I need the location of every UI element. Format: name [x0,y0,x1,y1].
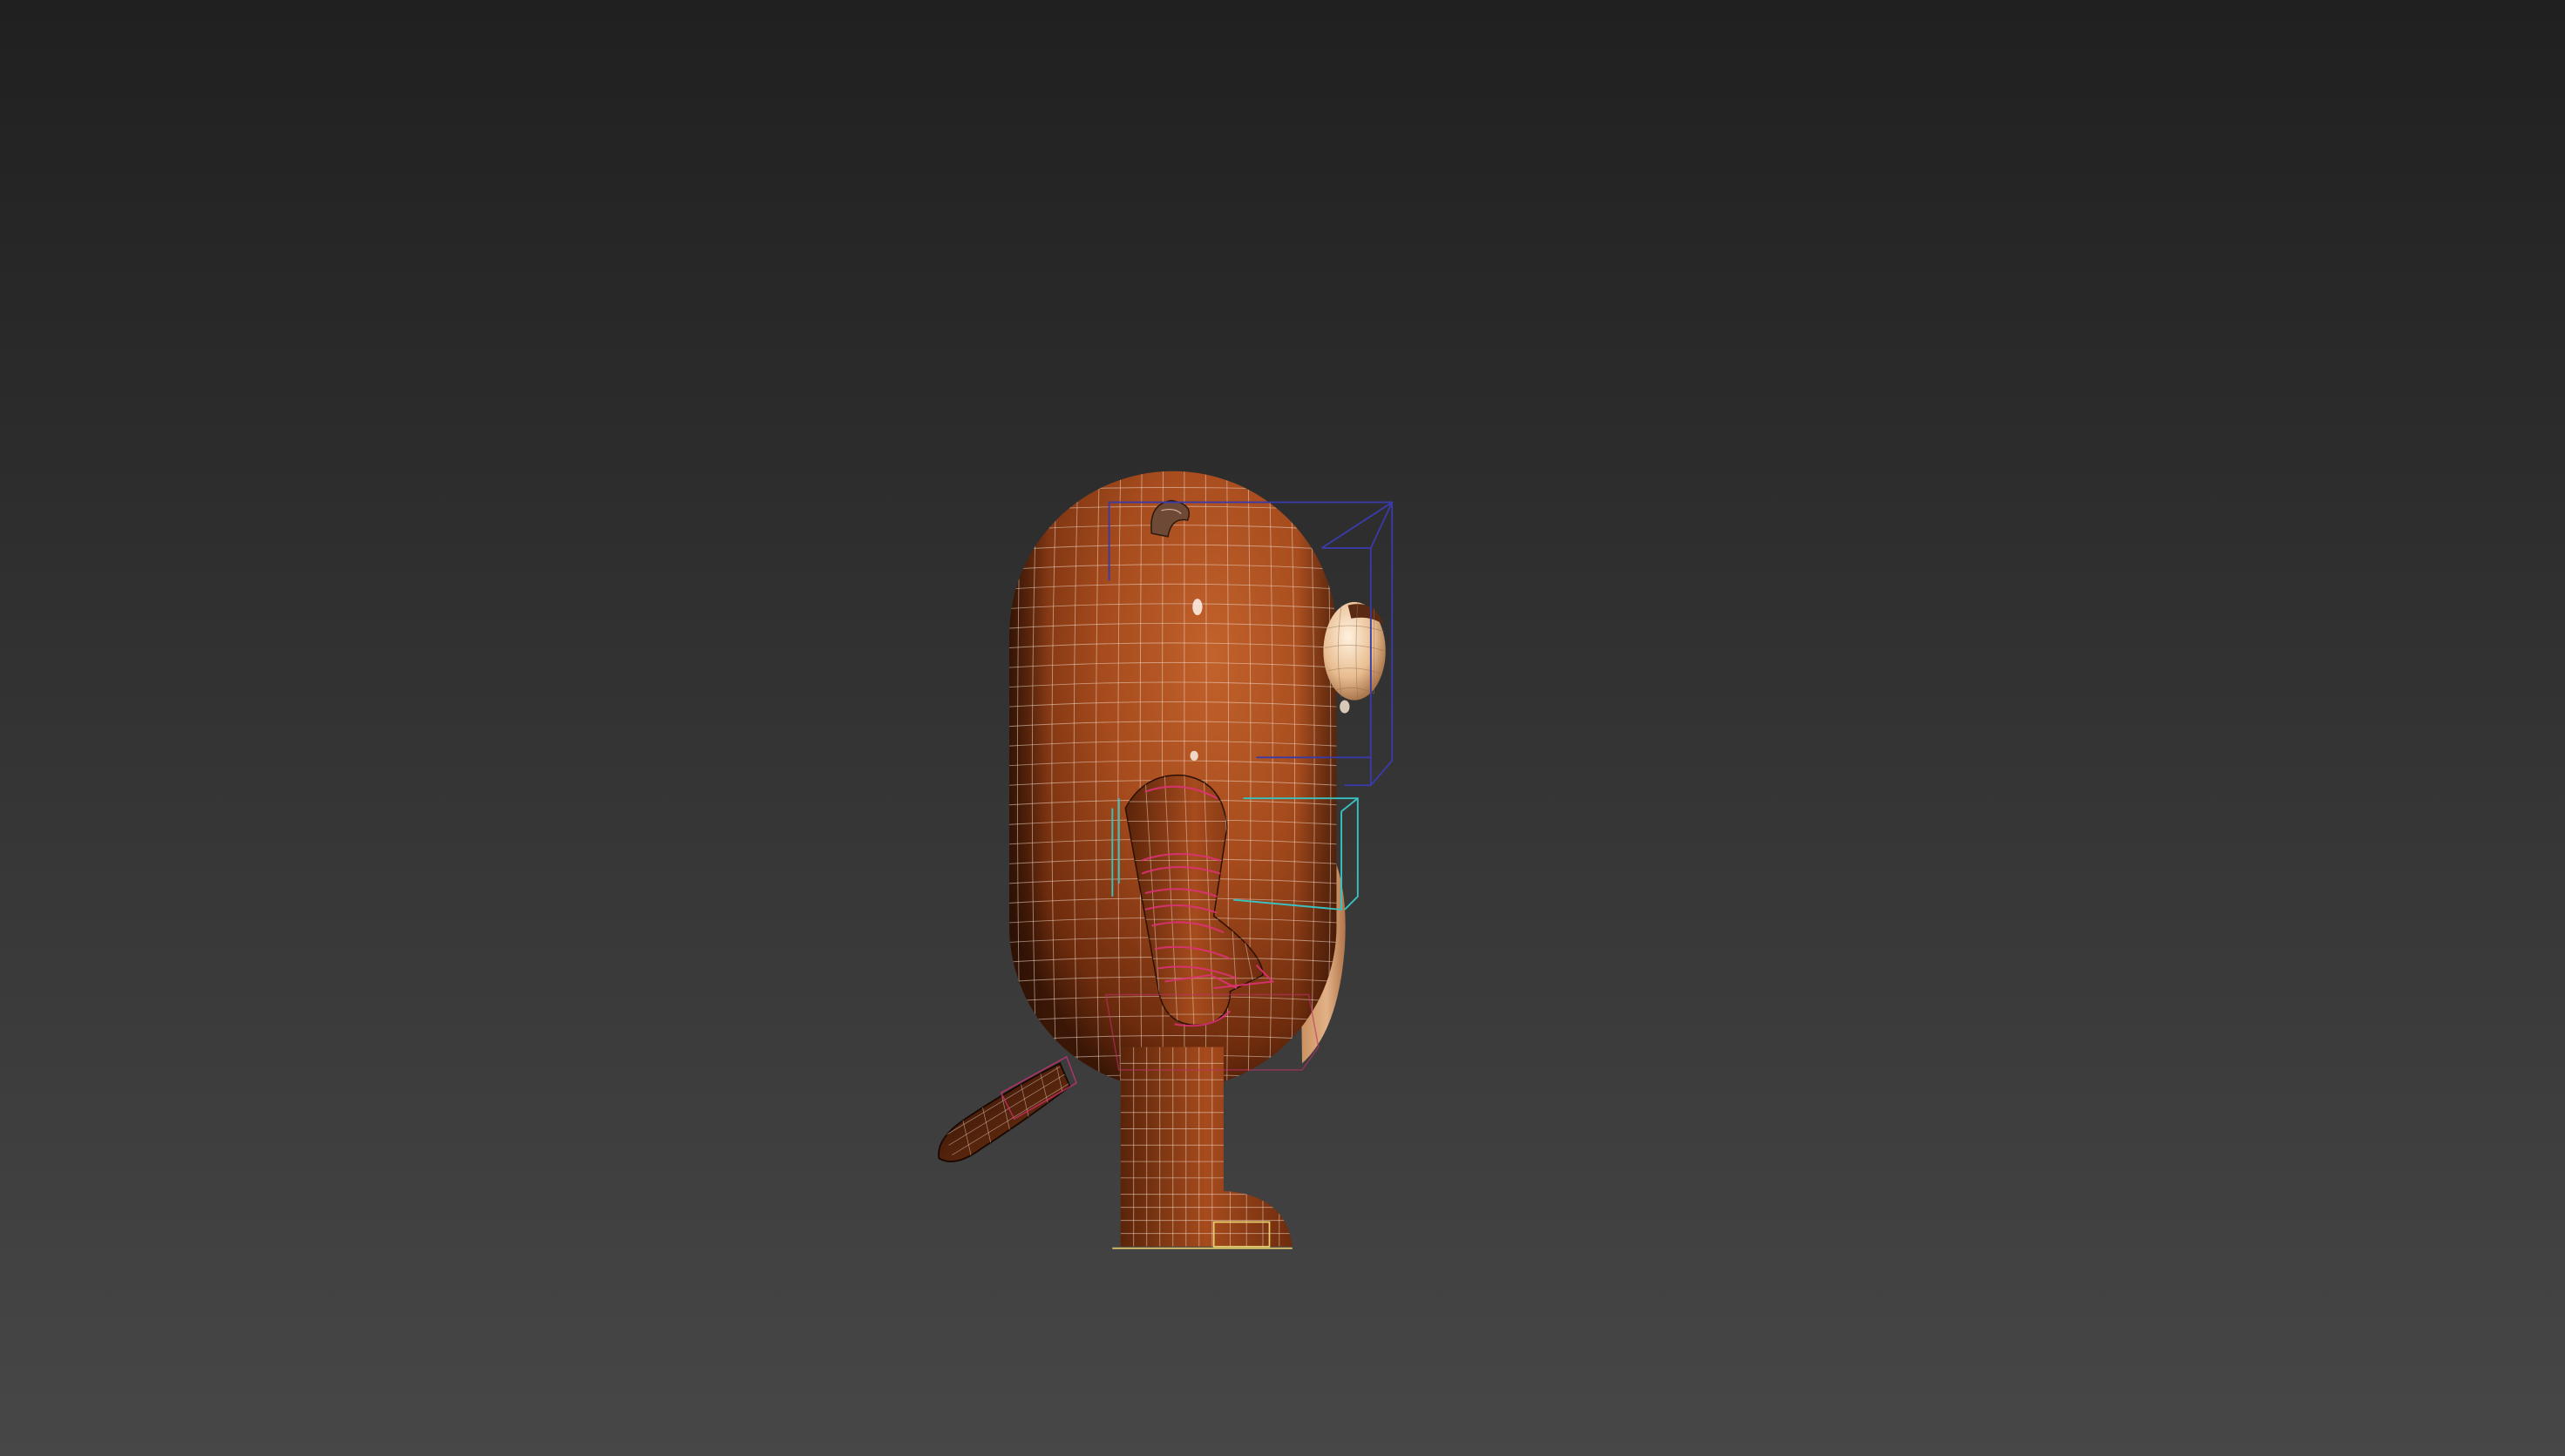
viewport-scene[interactable] [0,0,2565,1456]
3d-viewport[interactable] [0,0,2565,1456]
tail-mesh[interactable] [938,1062,1071,1162]
leg-mesh[interactable] [1120,1046,1293,1247]
